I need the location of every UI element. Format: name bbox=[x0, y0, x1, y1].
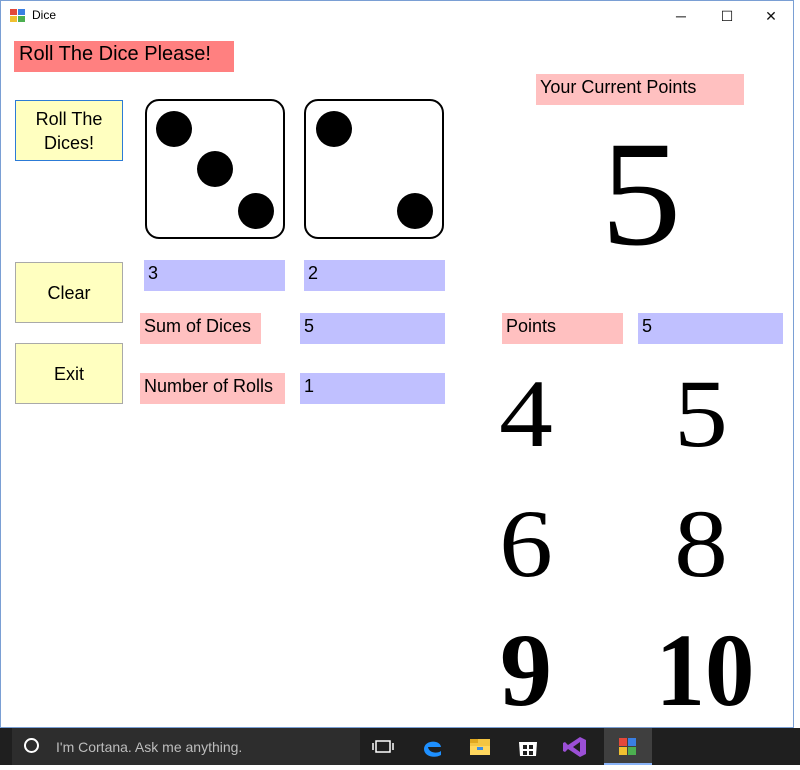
title-bar[interactable]: Dice ─ ☐ ✕ bbox=[1, 1, 793, 31]
die-1-value: 3 bbox=[144, 260, 285, 291]
maximize-button[interactable]: ☐ bbox=[704, 1, 750, 31]
point-number: 9 bbox=[500, 613, 552, 728]
clear-button[interactable]: Clear bbox=[15, 262, 123, 323]
die-pip bbox=[397, 193, 433, 229]
points-value: 5 bbox=[638, 313, 783, 344]
point-number: 10 bbox=[655, 613, 755, 728]
points-label: Points bbox=[502, 313, 623, 344]
current-points-value: 5 bbox=[600, 111, 682, 277]
cortana-search[interactable]: I'm Cortana. Ask me anything. bbox=[12, 728, 360, 765]
die-pip bbox=[238, 193, 274, 229]
app-icon bbox=[10, 9, 26, 23]
minimize-button[interactable]: ─ bbox=[658, 1, 704, 31]
point-number: 6 bbox=[499, 490, 553, 597]
visual-studio-icon[interactable] bbox=[552, 728, 600, 765]
dice-app-taskbar-icon[interactable] bbox=[604, 728, 652, 765]
edge-browser-icon[interactable] bbox=[408, 728, 456, 765]
rolls-value: 1 bbox=[300, 373, 445, 404]
roll-dice-button[interactable]: Roll The Dices! bbox=[15, 100, 123, 161]
task-view-icon[interactable] bbox=[360, 728, 408, 765]
die-pip bbox=[156, 111, 192, 147]
point-number: 5 bbox=[674, 360, 728, 467]
dice-window: Dice ─ ☐ ✕ Roll The Dice Please! Roll Th… bbox=[0, 0, 794, 728]
sum-label: Sum of Dices bbox=[140, 313, 261, 344]
store-icon[interactable] bbox=[504, 728, 552, 765]
die-pip bbox=[316, 111, 352, 147]
current-points-label: Your Current Points bbox=[536, 74, 744, 105]
point-number: 8 bbox=[674, 490, 728, 597]
die-pip bbox=[197, 151, 233, 187]
die-2-image bbox=[304, 99, 444, 239]
die-2-value: 2 bbox=[304, 260, 445, 291]
point-number: 4 bbox=[499, 360, 553, 467]
cortana-icon bbox=[24, 738, 39, 753]
file-explorer-icon[interactable] bbox=[456, 728, 504, 765]
search-input[interactable]: I'm Cortana. Ask me anything. bbox=[56, 739, 242, 755]
exit-button[interactable]: Exit bbox=[15, 343, 123, 404]
rolls-label: Number of Rolls bbox=[140, 373, 285, 404]
heading-label: Roll The Dice Please! bbox=[14, 41, 234, 72]
window-title: Dice bbox=[32, 8, 57, 22]
close-button[interactable]: ✕ bbox=[748, 1, 794, 31]
taskbar: I'm Cortana. Ask me anything. bbox=[0, 728, 800, 765]
die-1-image bbox=[145, 99, 285, 239]
sum-value: 5 bbox=[300, 313, 445, 344]
